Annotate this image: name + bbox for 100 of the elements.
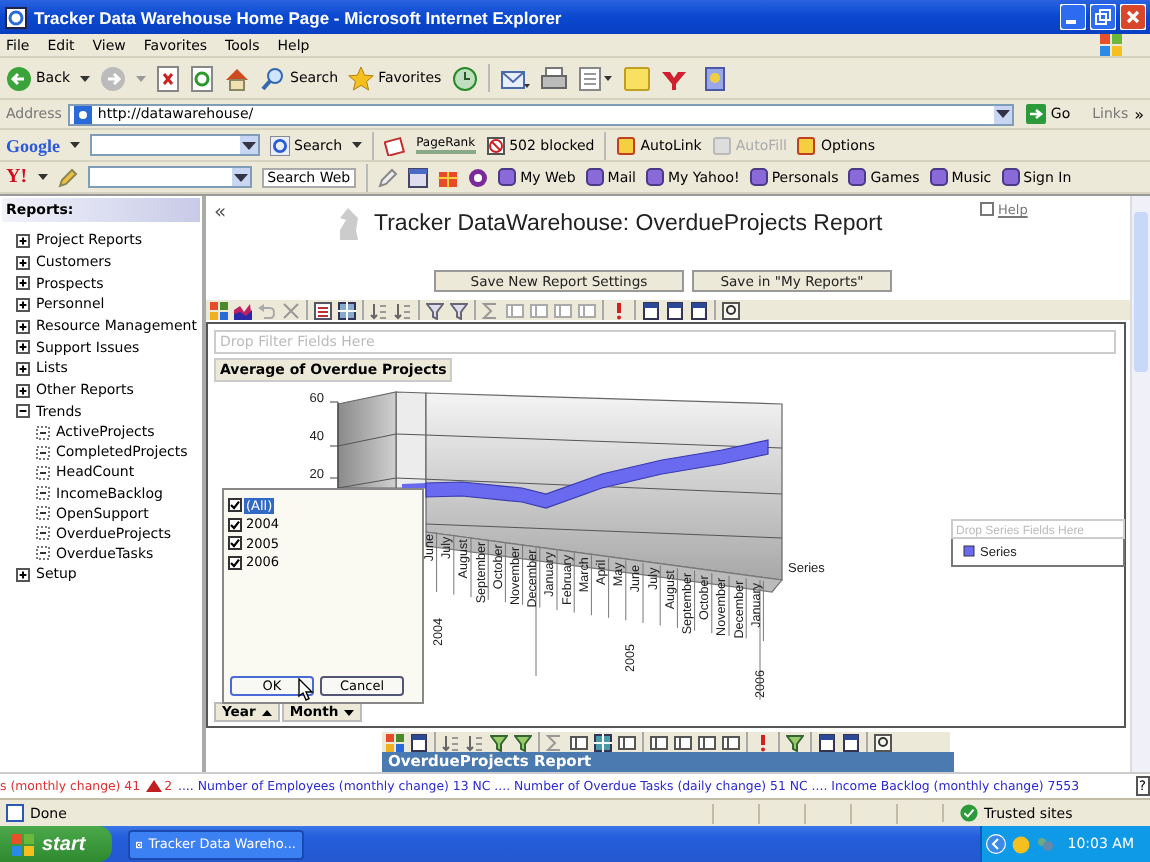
document-icon[interactable] xyxy=(842,733,860,751)
chevron-icon[interactable] xyxy=(985,834,1006,854)
help-icon[interactable] xyxy=(874,733,892,751)
blocked-icon xyxy=(485,135,506,155)
chess-knight-icon xyxy=(334,206,362,242)
dropdown-arrow-icon[interactable] xyxy=(242,141,256,149)
sort-icon[interactable] xyxy=(442,733,460,751)
document-icon[interactable] xyxy=(410,733,428,751)
checkbox[interactable] xyxy=(228,517,242,532)
checkbox[interactable] xyxy=(228,555,242,570)
document-icon xyxy=(36,486,50,501)
report-title: Tracker DataWarehouse: OverdueProjects Report xyxy=(374,212,883,236)
windows-logo-icon xyxy=(1100,34,1124,56)
document-icon xyxy=(36,465,50,480)
expand-icon[interactable] xyxy=(16,233,30,248)
sort-icon[interactable] xyxy=(394,301,412,319)
stop-button[interactable] xyxy=(156,65,180,91)
gift-icon[interactable] xyxy=(438,167,459,187)
square-icon xyxy=(585,168,604,186)
yahoo-logo[interactable]: Y! xyxy=(6,166,28,188)
expand-icon[interactable] xyxy=(16,255,30,270)
up-triangle-icon xyxy=(146,780,163,792)
expand-icon[interactable] xyxy=(16,297,30,312)
minimize-button[interactable] xyxy=(1060,4,1086,30)
checkbox[interactable] xyxy=(228,536,242,551)
list-icon[interactable] xyxy=(314,301,332,319)
collapse-icon[interactable] xyxy=(16,404,30,419)
columns-icon[interactable] xyxy=(650,733,668,751)
chart-side-wall-drawing xyxy=(329,391,427,489)
square-icon xyxy=(929,168,948,186)
square-icon xyxy=(1001,168,1020,186)
document-icon xyxy=(36,445,50,460)
help-icon[interactable] xyxy=(722,301,740,319)
checkbox[interactable] xyxy=(228,498,242,513)
window-icon[interactable] xyxy=(408,167,429,187)
caret-icon[interactable] xyxy=(37,174,48,180)
pencil-icon[interactable] xyxy=(57,167,78,187)
refresh-button[interactable] xyxy=(190,65,214,91)
back-arrow-icon xyxy=(6,65,32,91)
collapse-button[interactable]: « xyxy=(214,202,334,224)
document-icon[interactable] xyxy=(666,301,684,319)
columns-icon[interactable] xyxy=(722,733,740,751)
columns-icon[interactable] xyxy=(698,733,716,751)
scrollbar[interactable] xyxy=(1130,196,1150,772)
page-icon xyxy=(73,105,92,123)
document-icon[interactable] xyxy=(818,733,836,751)
sort-icon[interactable] xyxy=(466,733,484,751)
grid-icon[interactable] xyxy=(386,733,404,751)
document-icon[interactable] xyxy=(642,301,660,319)
caret-icon xyxy=(261,709,272,715)
arrow-icon xyxy=(1026,104,1047,124)
caret-icon xyxy=(344,709,355,715)
square-icon xyxy=(711,135,732,155)
dropdown-arrow-icon[interactable] xyxy=(233,173,248,181)
square-icon xyxy=(616,135,637,155)
research-button[interactable] xyxy=(701,65,728,91)
search-icon xyxy=(270,135,290,155)
page-icon xyxy=(6,804,24,822)
square-icon xyxy=(749,168,768,186)
caret-icon[interactable] xyxy=(80,75,90,81)
home-button[interactable] xyxy=(224,65,250,91)
columns-icon[interactable] xyxy=(674,733,692,751)
google-logo[interactable]: Google xyxy=(6,135,60,155)
caret-icon[interactable] xyxy=(352,142,363,148)
check-icon xyxy=(960,804,978,822)
expand-icon[interactable] xyxy=(16,567,30,582)
document-button[interactable] xyxy=(577,65,614,91)
printer-button[interactable] xyxy=(539,65,568,91)
pencil-icon[interactable] xyxy=(378,167,399,187)
search-icon xyxy=(260,65,286,91)
caret-icon[interactable] xyxy=(70,142,80,148)
grid-icon[interactable] xyxy=(210,301,228,319)
mail-button[interactable] xyxy=(499,65,530,91)
expand-icon[interactable] xyxy=(16,383,30,398)
restore-button[interactable] xyxy=(1090,4,1116,30)
search-field[interactable] xyxy=(90,134,260,156)
table-icon[interactable] xyxy=(338,301,356,319)
expand-icon[interactable] xyxy=(16,361,30,376)
expand-icon[interactable] xyxy=(16,340,30,355)
document-icon[interactable] xyxy=(690,301,708,319)
more-chevron[interactable]: » xyxy=(1134,105,1144,123)
search-field[interactable] xyxy=(87,166,252,188)
table-icon[interactable] xyxy=(594,733,612,751)
bar-chart-icon[interactable] xyxy=(234,301,252,319)
columns-icon[interactable] xyxy=(618,733,636,751)
square-icon xyxy=(848,168,867,186)
circle-icon[interactable] xyxy=(468,167,489,187)
start-button[interactable]: start xyxy=(0,826,112,862)
document-icon xyxy=(36,506,50,521)
document-icon xyxy=(36,425,50,440)
close-button[interactable] xyxy=(1120,4,1146,30)
expand-icon[interactable] xyxy=(16,319,30,334)
square-icon xyxy=(498,168,517,186)
windows-logo-icon xyxy=(12,833,36,855)
sort-icon[interactable] xyxy=(370,301,388,319)
expand-icon[interactable] xyxy=(16,276,30,291)
window-title: Tracker Data Warehouse Home Page - Microsoft Internet Explorer xyxy=(34,7,564,27)
dropdown-arrow-icon[interactable] xyxy=(996,110,1011,118)
history-button[interactable] xyxy=(451,65,478,91)
columns-icon[interactable] xyxy=(570,733,588,751)
